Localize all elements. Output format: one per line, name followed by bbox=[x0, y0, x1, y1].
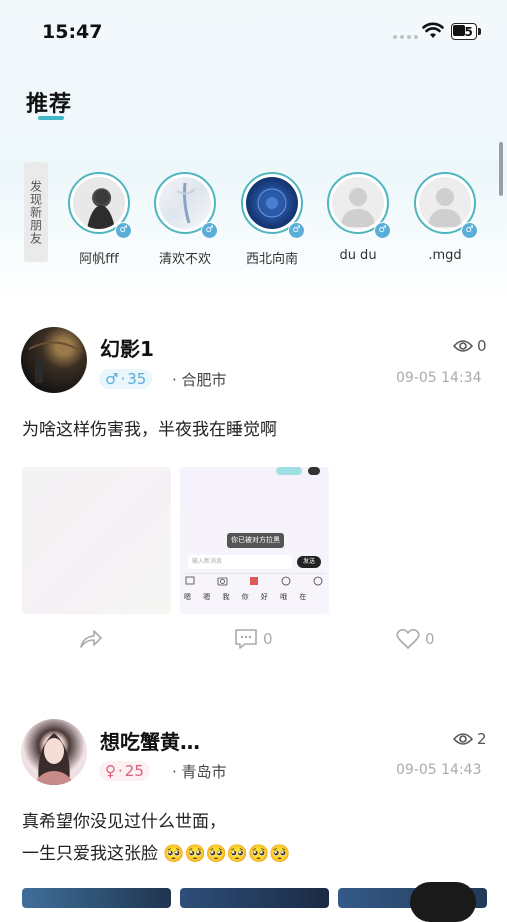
screenshot-shortcuts: 嗯 嗯 我 你 好 哦 在 bbox=[184, 593, 312, 601]
view-count-value: 2 bbox=[477, 730, 487, 748]
male-icon: ♂ bbox=[374, 222, 391, 239]
post-image[interactable] bbox=[22, 467, 171, 614]
battery-level: 55 bbox=[456, 25, 473, 39]
wifi-icon bbox=[422, 22, 444, 38]
post-content-line: 真希望你没见过什么世面， bbox=[22, 812, 226, 832]
screenshot-popup: 你已被对方拉黑 bbox=[227, 533, 284, 548]
tab-recommend[interactable]: 推荐 bbox=[26, 86, 72, 118]
friend-name: 清欢不欢 bbox=[158, 252, 211, 267]
male-icon: ♂ bbox=[105, 370, 119, 388]
discover-label: 发现新朋友 bbox=[28, 179, 43, 245]
screenshot-send: 发送 bbox=[297, 556, 321, 568]
discover-friends-button[interactable]: 发现新朋友 bbox=[24, 162, 48, 262]
post-image[interactable]: 你已被对方拉黑 输入新消息 发送 嗯 嗯 我 你 好 哦 在 bbox=[180, 467, 329, 614]
screenshot-input: 输入新消息 bbox=[188, 555, 292, 569]
city: · 青岛市 bbox=[172, 763, 227, 781]
comment-icon bbox=[235, 629, 257, 649]
comment-count: 0 bbox=[263, 630, 273, 648]
like-button[interactable]: 0 bbox=[396, 628, 435, 650]
post-content: 为啥这样伤害我，半夜我在睡觉啊 bbox=[22, 420, 277, 440]
post-image[interactable] bbox=[22, 888, 171, 908]
age: 25 bbox=[124, 762, 144, 780]
friend-name: 阿帆fff bbox=[79, 252, 119, 267]
scrollbar[interactable] bbox=[499, 142, 503, 196]
eye-icon bbox=[453, 733, 473, 745]
gender-age-badge: ♀ · 25 bbox=[99, 761, 150, 781]
avatar[interactable] bbox=[21, 327, 87, 393]
like-count: 0 bbox=[425, 630, 435, 648]
default-avatar-icon bbox=[341, 188, 375, 227]
share-icon bbox=[80, 630, 102, 648]
eye-icon bbox=[453, 340, 473, 352]
gender-age-badge: ♂ · 35 bbox=[99, 369, 153, 389]
view-count: 2 bbox=[453, 730, 487, 748]
battery-icon: 55 bbox=[451, 23, 481, 40]
post-image[interactable] bbox=[180, 888, 329, 908]
share-button[interactable] bbox=[79, 629, 103, 649]
status-bar: 15:47 55 bbox=[0, 0, 507, 64]
tab-indicator bbox=[38, 116, 64, 120]
friend-name: du du bbox=[339, 248, 377, 263]
male-icon: ♂ bbox=[288, 222, 305, 239]
comment-button[interactable]: 0 bbox=[234, 628, 273, 650]
male-icon: ♂ bbox=[201, 222, 218, 239]
male-icon: ♂ bbox=[461, 222, 478, 239]
post-username[interactable]: 幻影1 bbox=[100, 333, 154, 362]
city: · 合肥市 bbox=[172, 371, 227, 389]
male-icon: ♂ bbox=[115, 222, 132, 239]
post-time: 09-05 14:43 bbox=[396, 762, 482, 778]
friend-name: .mgd bbox=[428, 248, 462, 263]
signal-icon bbox=[393, 35, 418, 39]
friend-name: 西北向南 bbox=[245, 252, 298, 267]
view-count-value: 0 bbox=[477, 337, 487, 355]
screenshot-toolbar-icons bbox=[185, 576, 323, 586]
age: 35 bbox=[127, 370, 147, 388]
post-time: 09-05 14:34 bbox=[396, 370, 482, 386]
female-icon: ♀ bbox=[105, 762, 116, 780]
post-content-line: 一生只爱我这张脸 🥺🥺🥺🥺🥺🥺 bbox=[22, 844, 291, 864]
default-avatar-icon bbox=[428, 188, 462, 227]
avatar[interactable] bbox=[21, 719, 87, 785]
floating-action-button[interactable] bbox=[410, 882, 476, 922]
heart-icon bbox=[396, 628, 420, 649]
status-time: 15:47 bbox=[42, 21, 103, 43]
post-username[interactable]: 想吃蟹黄… bbox=[100, 726, 200, 755]
view-count: 0 bbox=[453, 337, 487, 355]
